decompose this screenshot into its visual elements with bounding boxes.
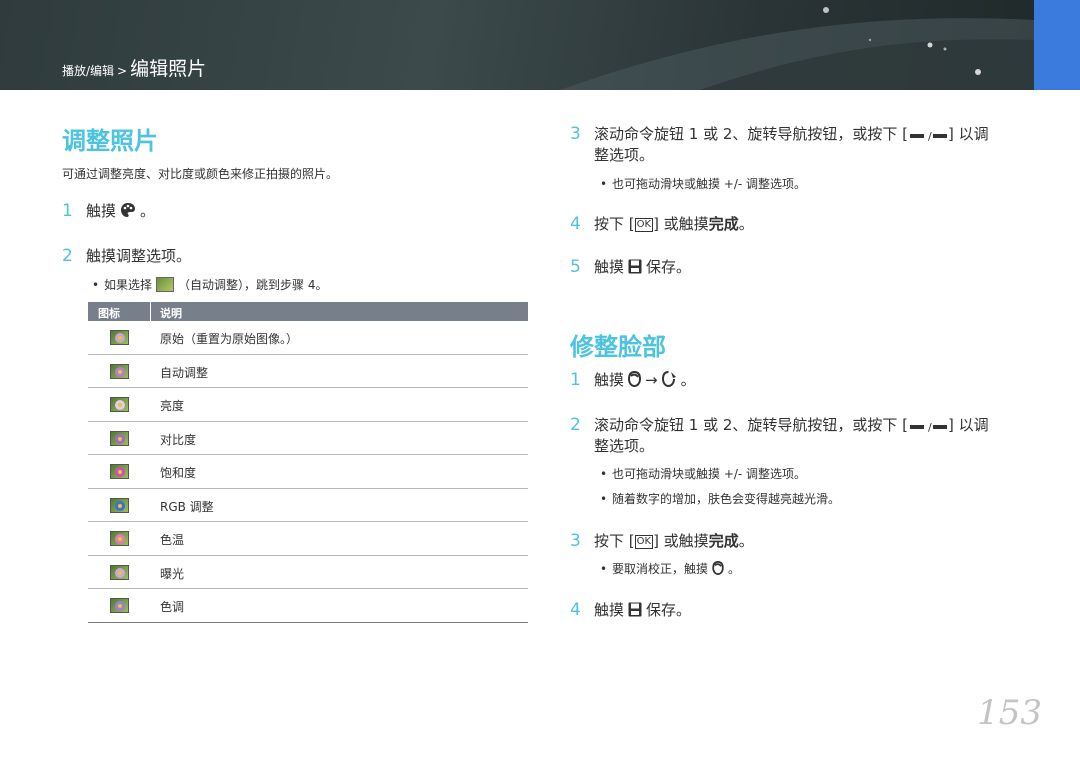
auto-adjust-icon bbox=[156, 277, 175, 292]
flower-thumbnail-icon bbox=[110, 564, 129, 580]
save-icon bbox=[628, 259, 642, 274]
header-banner: 播放/编辑 > 编辑照片 bbox=[0, 0, 1080, 90]
face-step-1: 1 触摸 →。 bbox=[570, 370, 1030, 392]
step-text: 按下 [OK] 或触摸完成。 bbox=[594, 532, 754, 550]
ok-button-icon: OK bbox=[634, 218, 654, 232]
flower-thumbnail-icon bbox=[110, 330, 129, 345]
table-row: 亮度 bbox=[88, 388, 528, 422]
flower-thumbnail-icon bbox=[110, 497, 129, 513]
breadcrumb: 播放/编辑 > 编辑照片 bbox=[62, 54, 206, 81]
chapter-tab bbox=[1034, 0, 1080, 90]
step-text: 按下 [OK] 或触摸完成。 bbox=[594, 215, 754, 233]
face-step3-bullet: • 要取消校正，触摸。 bbox=[600, 561, 741, 576]
step-number: 1 bbox=[62, 201, 73, 221]
step-3: 3 滚动命令旋钮 1 或 2、旋转导航按钮，或按下 [/] 以调 整选项。 bbox=[570, 124, 1030, 168]
option-description: 色调 bbox=[160, 600, 185, 614]
section-title-adjust: 调整照片 bbox=[62, 127, 158, 155]
step-number: 4 bbox=[570, 214, 581, 234]
table-row: RGB 调整 bbox=[88, 489, 528, 522]
step-2: 2 触摸调整选项。 bbox=[62, 246, 362, 268]
face-step2-bullet-1: • 也可拖动滑块或触摸 +/- 调整选项。 bbox=[600, 467, 807, 481]
step-text: 触摸调整选项。 bbox=[86, 247, 192, 265]
table-row: 原始（重置为原始图像。） bbox=[88, 321, 528, 355]
breadcrumb-separator: > bbox=[117, 64, 128, 78]
step-number: 1 bbox=[570, 370, 581, 390]
step-number: 2 bbox=[62, 246, 73, 266]
face-retouch-icon bbox=[661, 371, 676, 387]
table-row: 色温 bbox=[88, 522, 528, 556]
table-header: 图标 说明 bbox=[88, 302, 528, 321]
flower-thumbnail-icon bbox=[110, 531, 129, 546]
flower-thumbnail-icon bbox=[110, 430, 129, 446]
step-number: 5 bbox=[570, 257, 581, 277]
step-text: 触摸 →。 bbox=[594, 371, 696, 389]
option-description: RGB 调整 bbox=[160, 499, 214, 514]
flower-thumbnail-icon bbox=[110, 363, 129, 379]
step-1: 1 触摸。 bbox=[62, 201, 362, 223]
table-row: 饱和度 bbox=[88, 455, 528, 489]
section-title-face: 修整脸部 bbox=[570, 333, 666, 361]
bullet-auto-adjust: • 如果选择 （自动调整），跳到步骤 4。 bbox=[92, 277, 328, 292]
minus-buttons-icon: / bbox=[910, 422, 948, 432]
face-icon bbox=[712, 561, 724, 575]
intro-text: 可通过调整亮度、对比度或颜色来修正拍摄的照片。 bbox=[62, 167, 339, 181]
col-header-icon: 图标 bbox=[98, 307, 120, 320]
step-text: 滚动命令旋钮 1 或 2、旋转导航按钮，或按下 [/] 以调 整选项。 bbox=[594, 416, 989, 455]
step-number: 3 bbox=[570, 531, 581, 551]
option-description: 色温 bbox=[160, 533, 185, 547]
col-header-desc: 说明 bbox=[160, 307, 182, 320]
step-text: 触摸。 bbox=[86, 202, 156, 220]
flower-thumbnail-icon bbox=[110, 598, 129, 613]
flower-thumbnail-icon bbox=[110, 397, 129, 412]
step-5: 5 触摸 保存。 bbox=[570, 257, 1030, 279]
table-row: 曝光 bbox=[88, 556, 528, 589]
svg-text:/: / bbox=[928, 422, 932, 432]
step-text: 触摸 保存。 bbox=[594, 601, 692, 619]
step3-bullet: • 也可拖动滑块或触摸 +/- 调整选项。 bbox=[600, 177, 807, 191]
save-icon bbox=[628, 602, 642, 617]
step-number: 3 bbox=[570, 124, 581, 144]
page-number: 153 bbox=[977, 693, 1042, 733]
face-icon bbox=[628, 371, 642, 387]
face-step-3: 3 按下 [OK] 或触摸完成。 bbox=[570, 531, 1030, 553]
face-step2-bullet-2: • 随着数字的增加，肤色会变得越亮越光滑。 bbox=[600, 492, 841, 506]
breadcrumb-parent: 播放/编辑 bbox=[62, 64, 115, 78]
face-step-4: 4 触摸 保存。 bbox=[570, 600, 1030, 622]
option-description: 饱和度 bbox=[160, 466, 197, 480]
table-row: 对比度 bbox=[88, 422, 528, 455]
ok-button-icon: OK bbox=[634, 535, 654, 549]
step-number: 4 bbox=[570, 600, 581, 620]
palette-icon bbox=[121, 203, 136, 217]
option-description: 自动调整 bbox=[160, 365, 209, 380]
svg-text:/: / bbox=[928, 131, 932, 141]
options-table: 图标 说明 原始（重置为原始图像。） 自动调整亮度对比度饱和度 RGB 调整 色温曝光… bbox=[88, 302, 528, 623]
table-row: 自动调整 bbox=[88, 355, 528, 388]
option-description: 曝光 bbox=[160, 566, 185, 581]
breadcrumb-current: 编辑照片 bbox=[130, 58, 207, 80]
face-step-2: 2 滚动命令旋钮 1 或 2、旋转导航按钮，或按下 [/] 以调 整选项。 bbox=[570, 415, 1030, 459]
option-description: 对比度 bbox=[160, 432, 197, 447]
step-text: 触摸 保存。 bbox=[594, 258, 692, 276]
option-description: 亮度 bbox=[160, 399, 185, 413]
step-4: 4 按下 [OK] 或触摸完成。 bbox=[570, 214, 1030, 236]
table-row: 色调 bbox=[88, 589, 528, 623]
flower-thumbnail-icon bbox=[110, 464, 129, 479]
step-number: 2 bbox=[570, 415, 581, 435]
step-text: 滚动命令旋钮 1 或 2、旋转导航按钮，或按下 [/] 以调 整选项。 bbox=[594, 125, 989, 164]
minus-buttons-icon: / bbox=[910, 131, 948, 141]
option-description: 原始（重置为原始图像。） bbox=[160, 332, 299, 346]
